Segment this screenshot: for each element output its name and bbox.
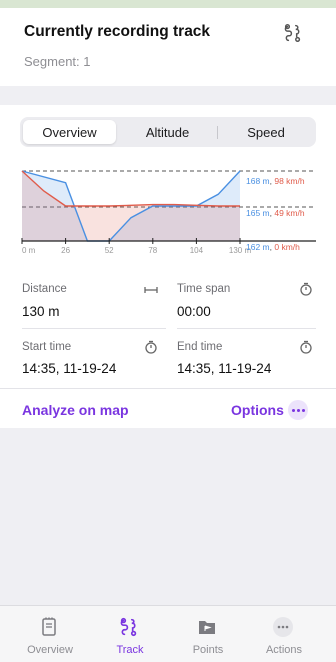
- track-header: [0, 8, 336, 86]
- stopwatch-icon: [300, 340, 312, 354]
- divider: [177, 328, 316, 329]
- right-axis-label: 162 m, 0 km/h: [246, 242, 300, 252]
- track-route-icon[interactable]: [282, 22, 304, 44]
- stopwatch-icon: [145, 340, 157, 354]
- x-tick-label: 52: [105, 246, 114, 255]
- divider: [22, 328, 166, 329]
- tab-overview[interactable]: Overview: [23, 120, 116, 144]
- tab-points[interactable]: Points: [166, 606, 250, 662]
- ruler-icon: [144, 287, 158, 293]
- right-axis-label: 168 m, 98 km/h: [246, 176, 305, 186]
- distance-label: Distance: [22, 283, 67, 295]
- time-span-label: Time span: [177, 283, 231, 295]
- tab-overview-bottom[interactable]: Overview: [8, 606, 92, 662]
- x-tick-label: 26: [61, 246, 70, 255]
- notebook-icon: [42, 617, 56, 636]
- map-background: [0, 0, 336, 8]
- tab-label: Overview: [27, 644, 73, 656]
- x-tick-label: 0 m: [22, 246, 36, 255]
- tab-label: Track: [116, 644, 144, 656]
- tab-altitude[interactable]: Altitude: [120, 120, 215, 144]
- x-tick-label: 78: [148, 246, 157, 255]
- x-tick-label: 104: [190, 246, 204, 255]
- start-time-label: Start time: [22, 341, 72, 353]
- start-time-value: 14:35, 11-19-24: [22, 361, 117, 376]
- more-icon[interactable]: [288, 400, 308, 420]
- folder-flag-icon: [199, 621, 215, 634]
- divider: [0, 388, 336, 389]
- tab-actions[interactable]: Actions: [242, 606, 326, 662]
- distance-value: 130 m: [22, 304, 60, 319]
- page-title: Currently recording track: [24, 23, 211, 40]
- tab-label: Actions: [265, 644, 303, 656]
- tab-track[interactable]: Track: [88, 606, 172, 662]
- options-button[interactable]: Options: [231, 402, 284, 418]
- segment-label: Segment: 1: [24, 54, 91, 69]
- tab-speed[interactable]: Speed: [219, 120, 313, 144]
- time-span-value: 00:00: [177, 304, 211, 319]
- track-route-icon: [120, 617, 137, 637]
- segment-divider: [217, 126, 218, 139]
- chart-type-segmented-control: Overview Altitude Speed: [20, 117, 316, 147]
- tab-label: Points: [192, 644, 224, 656]
- stopwatch-icon: [300, 282, 312, 296]
- analyze-on-map-button[interactable]: Analyze on map: [22, 402, 129, 418]
- end-time-label: End time: [177, 341, 223, 353]
- bottom-tab-bar: Overview Track Points Actions: [0, 605, 336, 662]
- more-icon: [273, 617, 293, 637]
- end-time-value: 14:35, 11-19-24: [177, 361, 272, 376]
- right-axis-label: 165 m, 49 km/h: [246, 208, 305, 218]
- track-chart[interactable]: 0 m 26 52 78 104 130 m 168 m, 98 km/h165 m, 4…: [0, 160, 336, 270]
